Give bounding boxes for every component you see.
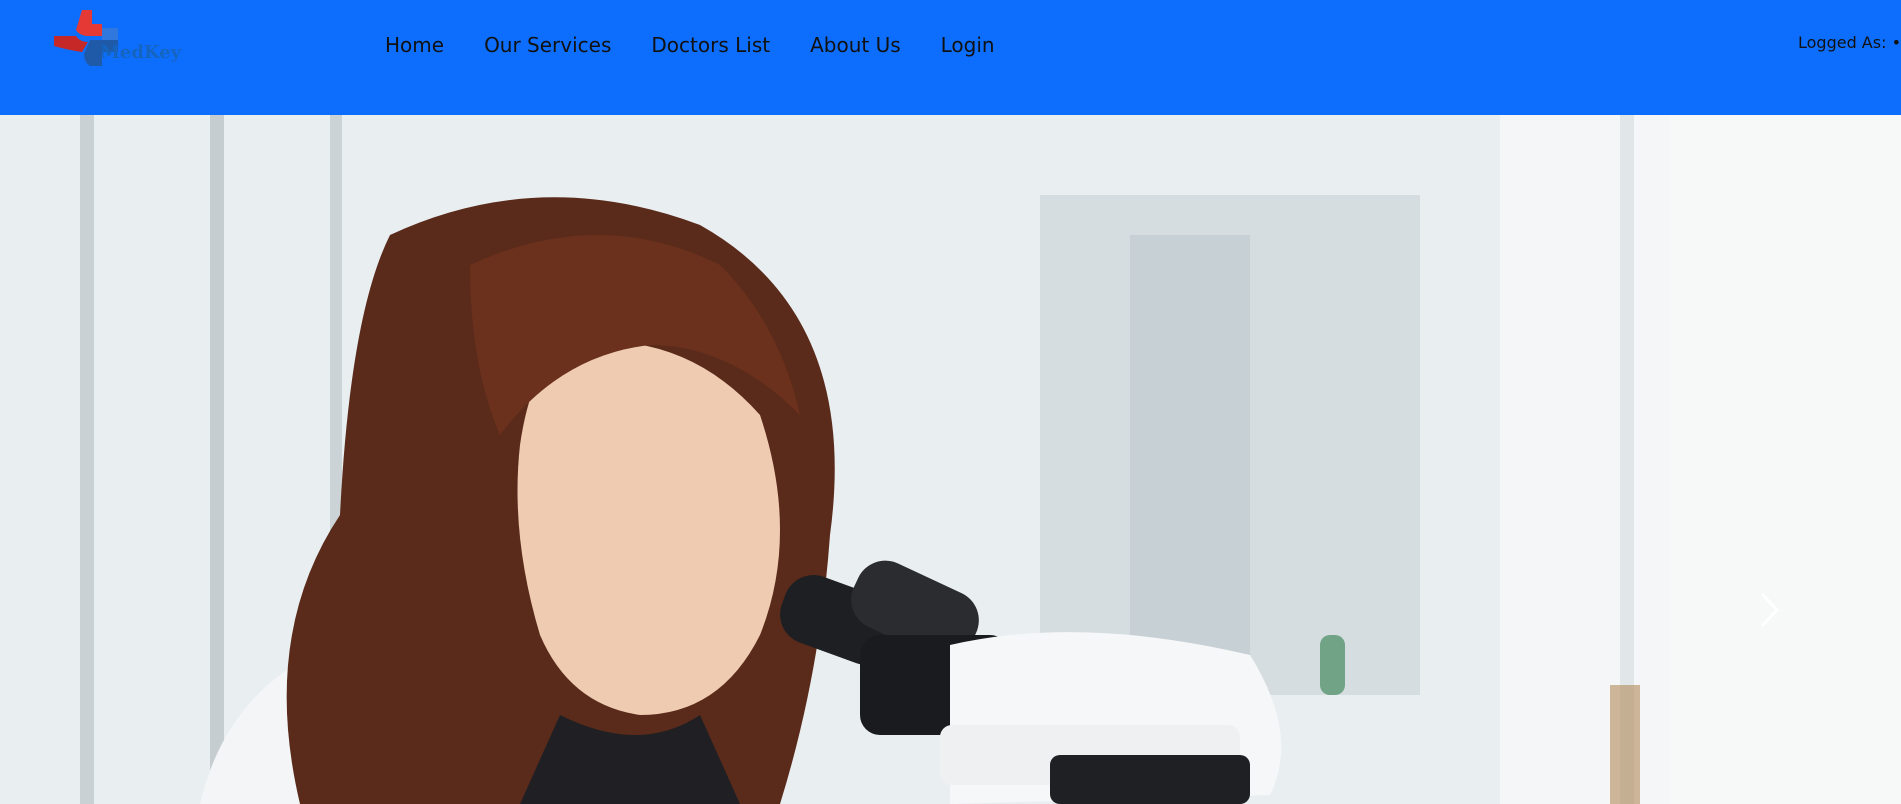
- top-navbar: MedKey Home Our Services Doctors List Ab…: [0, 0, 1901, 115]
- logged-as-label: Logged As: •: [1797, 33, 1901, 52]
- carousel-next-button[interactable]: [1755, 585, 1785, 635]
- hero-image: [0, 115, 1901, 804]
- brand-logo[interactable]: MedKey: [46, 6, 186, 76]
- nav-our-services[interactable]: Our Services: [484, 30, 611, 60]
- nav-login[interactable]: Login: [941, 30, 995, 60]
- logo-text: MedKey: [100, 42, 182, 63]
- nav-doctors-list[interactable]: Doctors List: [651, 30, 770, 60]
- medical-cross-logo-icon: MedKey: [54, 10, 182, 66]
- nav-about-us[interactable]: About Us: [810, 30, 901, 60]
- hero-carousel: [0, 115, 1901, 804]
- chevron-right-icon: [1761, 593, 1779, 627]
- nav-home[interactable]: Home: [385, 30, 444, 60]
- main-nav: Home Our Services Doctors List About Us …: [385, 30, 1035, 60]
